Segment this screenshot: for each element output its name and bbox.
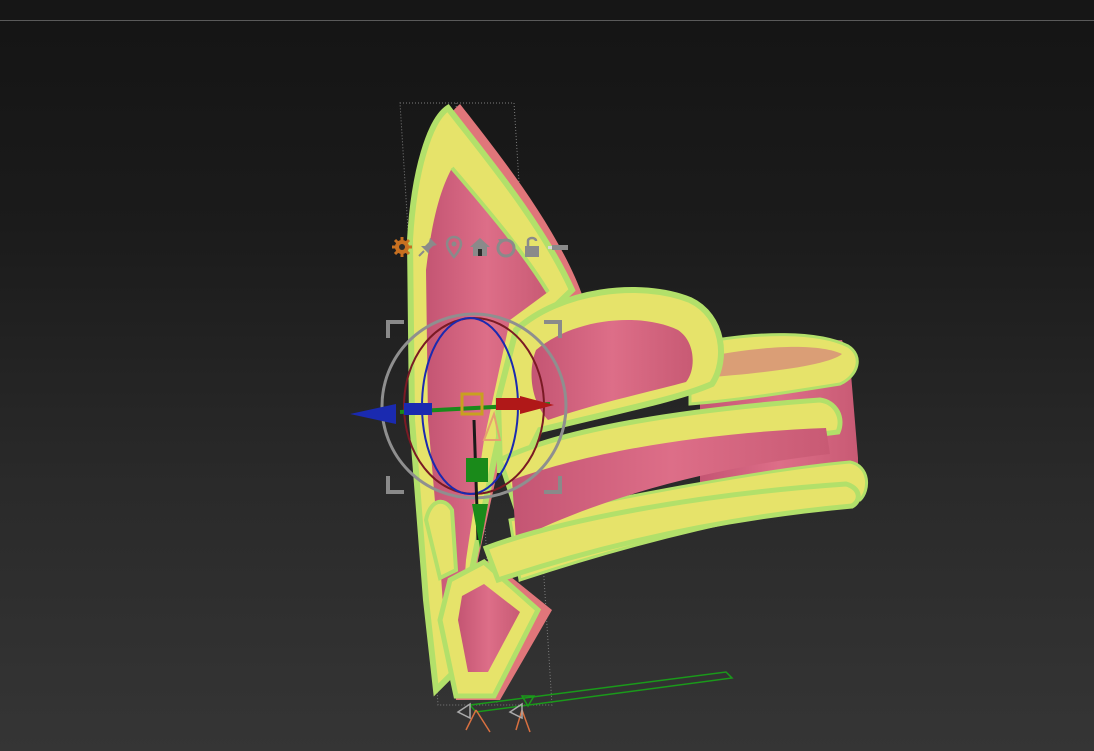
mannequin-icon[interactable]	[546, 235, 570, 259]
reset-icon[interactable]	[494, 235, 518, 259]
z-axis-arrow	[350, 404, 396, 424]
location-pin-icon[interactable]	[442, 235, 466, 259]
gizmo-toolbar	[390, 235, 570, 259]
unlock-icon[interactable]	[520, 235, 544, 259]
3d-viewport[interactable]	[0, 21, 1094, 751]
gear-icon[interactable]	[390, 235, 414, 259]
pin-icon[interactable]	[416, 235, 440, 259]
tiara-front-piece	[406, 103, 861, 700]
top-strip	[0, 0, 1094, 21]
home-icon[interactable]	[468, 235, 492, 259]
